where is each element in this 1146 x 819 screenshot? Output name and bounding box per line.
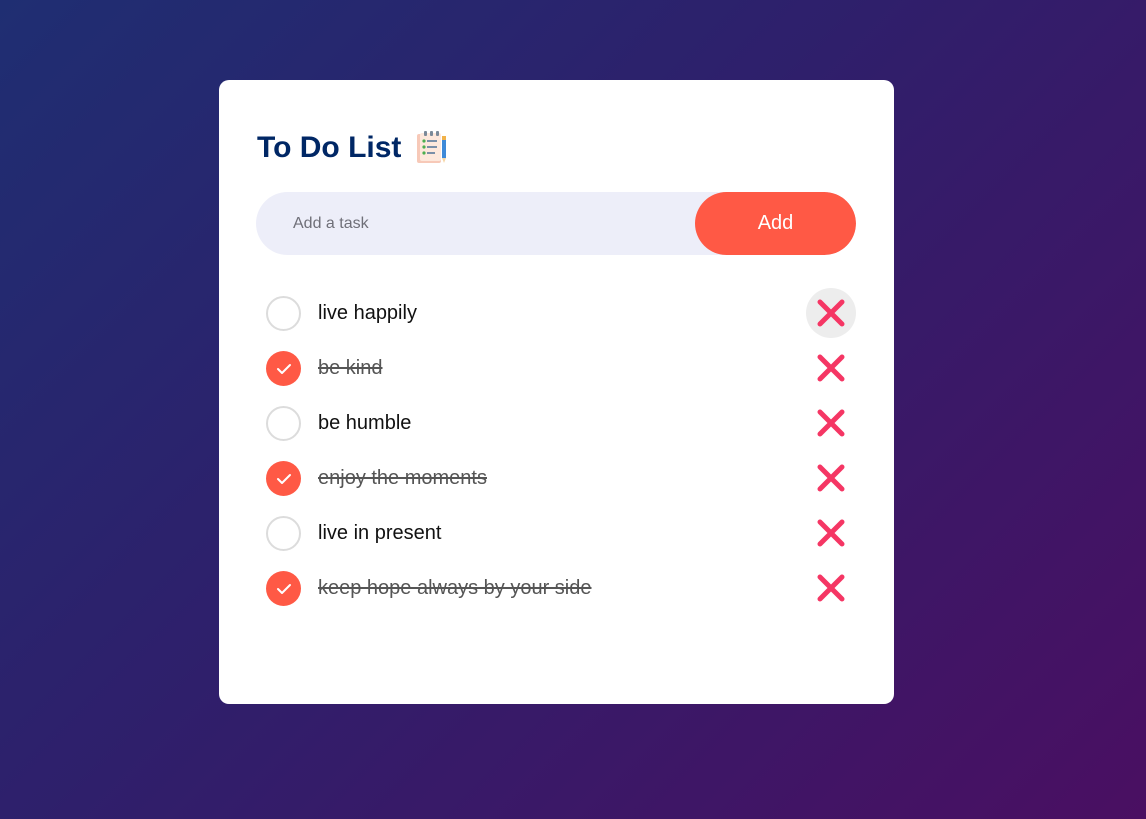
task-text: be kind [318, 357, 383, 379]
task-list: live happily be kind be humble enjoy the… [257, 286, 857, 616]
close-icon [817, 299, 845, 327]
checkmark-icon [276, 473, 291, 484]
title-row: To Do List [257, 128, 449, 168]
delete-button[interactable] [806, 453, 856, 503]
close-icon [817, 354, 845, 382]
checkbox[interactable] [266, 516, 301, 551]
checkbox[interactable] [266, 351, 301, 386]
task-text: keep hope always by your side [318, 577, 592, 599]
checkmark-icon [276, 583, 291, 594]
delete-button[interactable] [806, 288, 856, 338]
page-title: To Do List [257, 131, 402, 164]
checkbox[interactable] [266, 296, 301, 331]
close-icon [817, 464, 845, 492]
checkbox[interactable] [266, 406, 301, 441]
delete-button[interactable] [806, 398, 856, 448]
list-item[interactable]: enjoy the moments [257, 451, 857, 506]
task-text: enjoy the moments [318, 467, 487, 489]
list-item[interactable]: live happily [257, 286, 857, 341]
list-item[interactable]: be humble [257, 396, 857, 451]
delete-button[interactable] [806, 563, 856, 613]
list-item[interactable]: live in present [257, 506, 857, 561]
close-icon [817, 409, 845, 437]
add-task-row: Add [256, 192, 856, 255]
todo-card: To Do List Add a task Add live happily b… [219, 80, 894, 704]
notepad-checklist-icon [413, 130, 449, 166]
delete-button[interactable] [806, 343, 856, 393]
delete-button[interactable] [806, 508, 856, 558]
task-text: be humble [318, 412, 412, 434]
task-input[interactable] [256, 192, 695, 255]
checkbox[interactable] [266, 461, 301, 496]
list-item[interactable]: keep hope always by your side [257, 561, 857, 616]
checkmark-icon [276, 363, 291, 374]
list-item[interactable]: be kind [257, 341, 857, 396]
checkbox[interactable] [266, 571, 301, 606]
task-text: live happily [318, 302, 417, 324]
close-icon [817, 574, 845, 602]
add-button[interactable]: Add [695, 192, 856, 255]
task-text: live in present [318, 522, 442, 544]
close-icon [817, 519, 845, 547]
